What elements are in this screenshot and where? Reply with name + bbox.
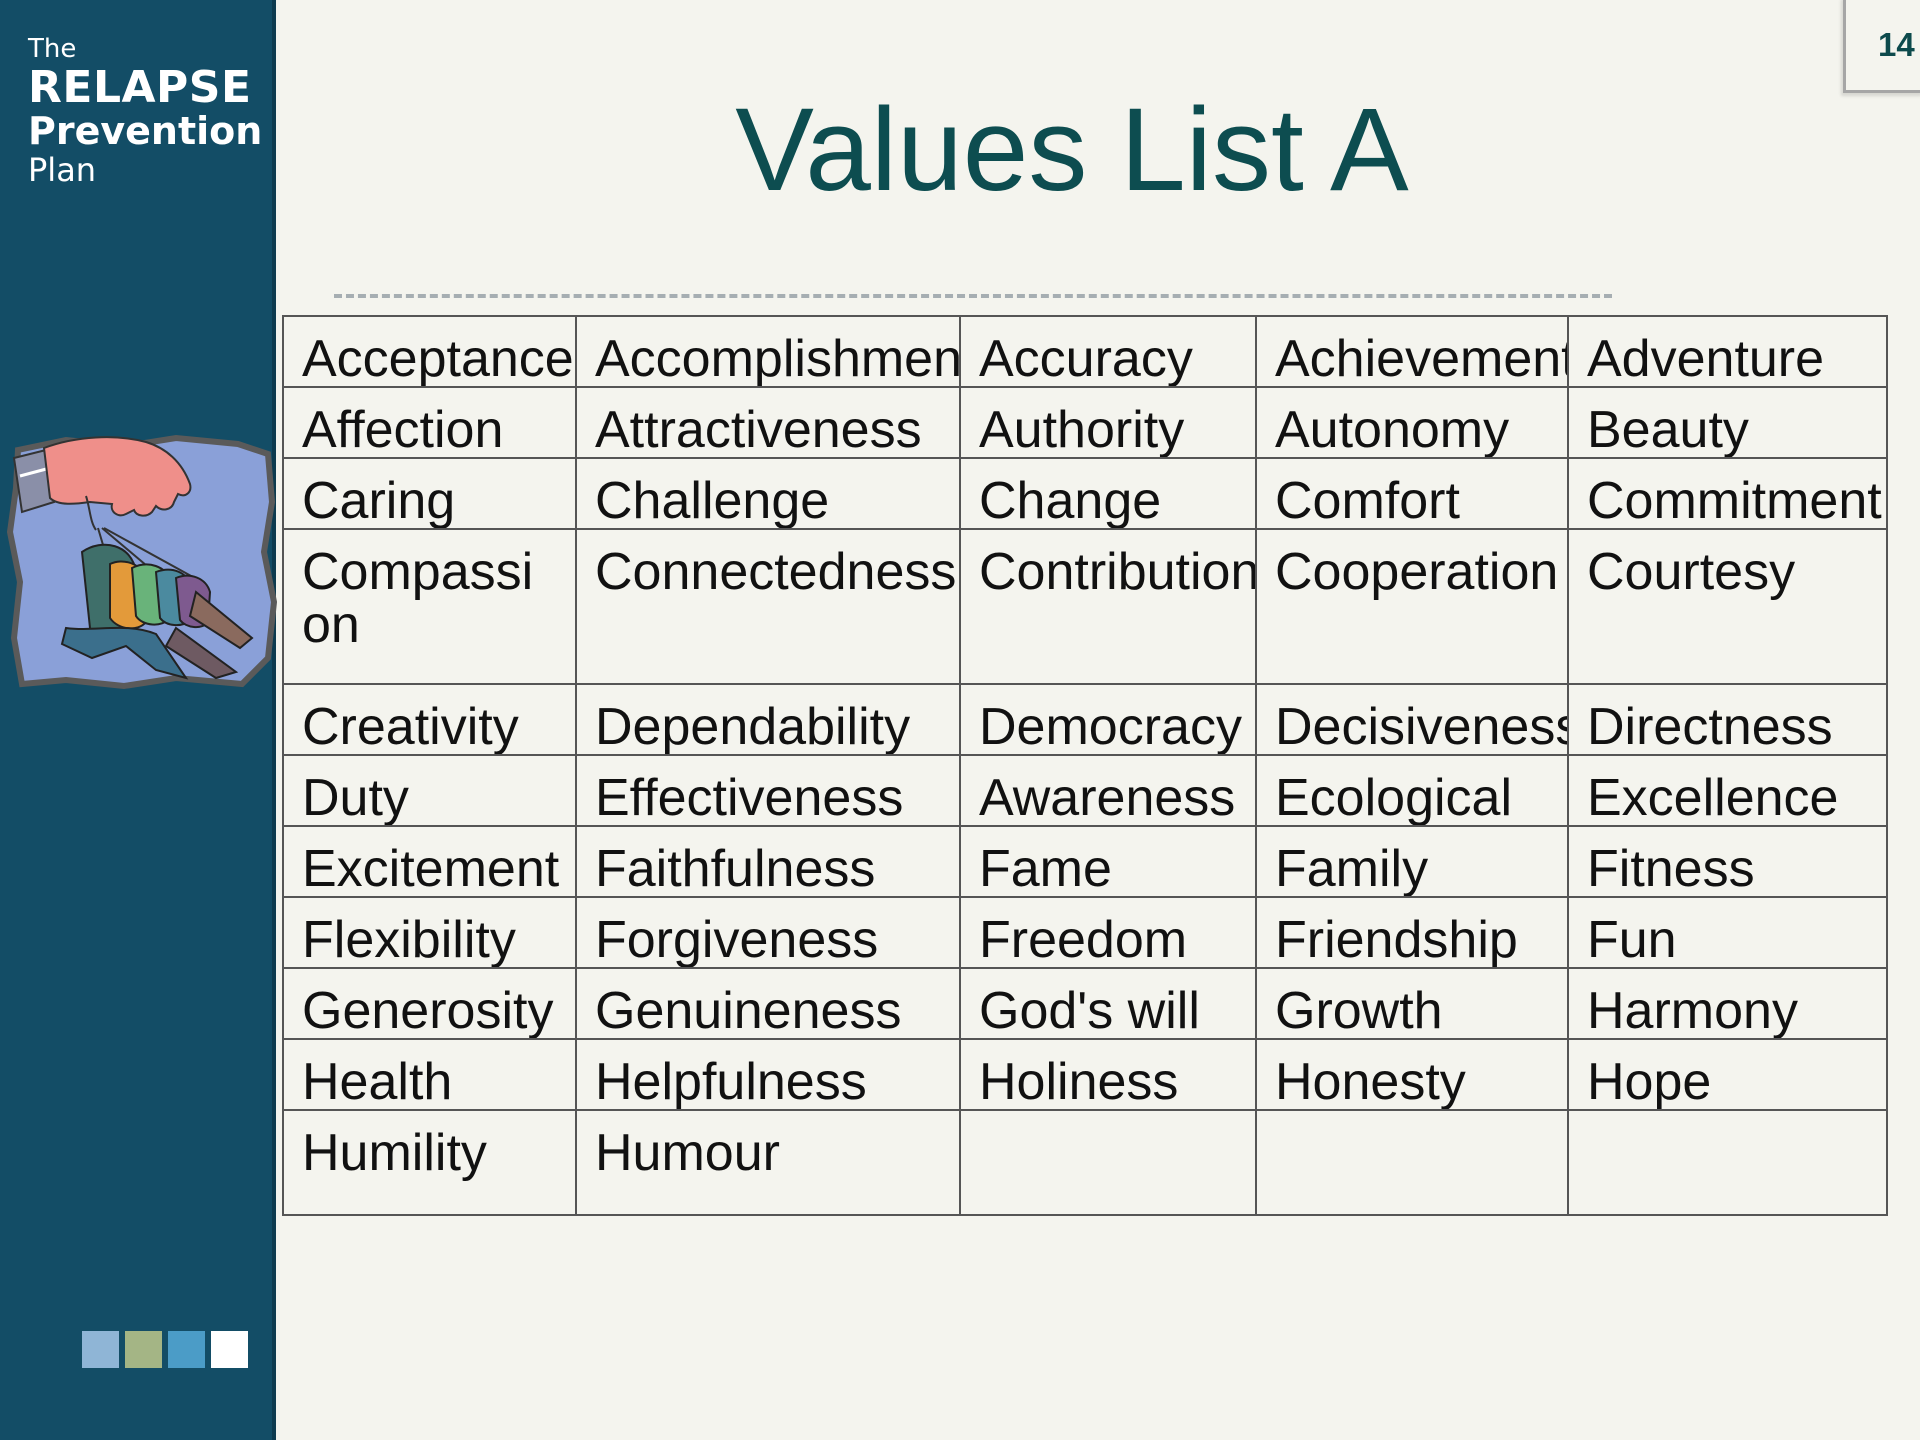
- table-cell: [1255, 1109, 1569, 1217]
- table-row: Generosity Genuineness God's will Growth…: [282, 967, 1888, 1041]
- table-cell: Attractiveness: [575, 386, 961, 460]
- table-cell: Fame: [959, 825, 1257, 899]
- table-cell: Fun: [1567, 896, 1888, 970]
- logo-line-prevention: Prevention: [28, 109, 263, 153]
- table-cell: Duty: [282, 754, 577, 828]
- table-cell: [959, 1109, 1257, 1217]
- table-cell: Autonomy: [1255, 386, 1569, 460]
- table-cell: Growth: [1255, 967, 1569, 1041]
- table-row: Excitement Faithfulness Fame Family Fitn…: [282, 825, 1888, 899]
- table-cell: Contribution: [959, 528, 1257, 686]
- table-cell: Awareness: [959, 754, 1257, 828]
- table-row: Affection Attractiveness Authority Auton…: [282, 386, 1888, 460]
- table-row: Compassion Connectedness Contribution Co…: [282, 528, 1888, 686]
- table-row: Flexibility Forgiveness Freedom Friendsh…: [282, 896, 1888, 970]
- table-cell: Generosity: [282, 967, 577, 1041]
- table-cell: Effectiveness: [575, 754, 961, 828]
- table-cell: Humour: [575, 1109, 961, 1217]
- table-cell: Excellence: [1567, 754, 1888, 828]
- table-row: Health Helpfulness Holiness Honesty Hope: [282, 1038, 1888, 1112]
- table-cell: Genuineness: [575, 967, 961, 1041]
- table-cell: Health: [282, 1038, 577, 1112]
- table-cell: Connectedness: [575, 528, 961, 686]
- table-cell: Excitement: [282, 825, 577, 899]
- table-cell: Comfort: [1255, 457, 1569, 531]
- table-cell: Commitment: [1567, 457, 1888, 531]
- square-light-blue: [82, 1331, 119, 1368]
- table-cell: Forgiveness: [575, 896, 961, 970]
- table-cell: Harmony: [1567, 967, 1888, 1041]
- table-cell: Dependability: [575, 683, 961, 757]
- logo-line-the: The: [28, 34, 77, 64]
- table-row: Caring Challenge Change Comfort Commitme…: [282, 457, 1888, 531]
- table-cell: Ecological: [1255, 754, 1569, 828]
- table-cell: Family: [1255, 825, 1569, 899]
- table-cell: Creativity: [282, 683, 577, 757]
- table-cell: Beauty: [1567, 386, 1888, 460]
- table-cell: Authority: [959, 386, 1257, 460]
- dashed-divider: [334, 294, 1612, 298]
- table-cell: Flexibility: [282, 896, 577, 970]
- table-cell: Change: [959, 457, 1257, 531]
- square-white: [211, 1331, 248, 1368]
- hand-puppeteer-clipart: [6, 432, 278, 692]
- table-cell: Helpfulness: [575, 1038, 961, 1112]
- decorative-squares: [82, 1331, 248, 1368]
- table-row: Acceptance Accomplishment Accuracy Achie…: [282, 314, 1888, 389]
- values-table: Acceptance Accomplishment Accuracy Achie…: [282, 314, 1888, 1217]
- sidebar: The RELAPSE Prevention Plan: [0, 0, 278, 1440]
- table-cell: Fitness: [1567, 825, 1888, 899]
- square-blue: [168, 1331, 205, 1368]
- table-cell: Decisiveness: [1255, 683, 1569, 757]
- table-cell: Compassion: [282, 528, 577, 686]
- table-row: Duty Effectiveness Awareness Ecological …: [282, 754, 1888, 828]
- table-cell: Humility: [282, 1109, 577, 1217]
- table-cell: Cooperation: [1255, 528, 1569, 686]
- square-olive: [125, 1331, 162, 1368]
- table-row: Creativity Dependability Democracy Decis…: [282, 683, 1888, 757]
- table-cell: [1567, 1109, 1888, 1217]
- table-cell: Achievement: [1255, 314, 1569, 389]
- table-cell: Adventure: [1567, 314, 1888, 389]
- table-cell: God's will: [959, 967, 1257, 1041]
- table-cell: Honesty: [1255, 1038, 1569, 1112]
- table-cell: Acceptance: [282, 314, 577, 389]
- relapse-prevention-plan-logo: The RELAPSE Prevention Plan: [28, 36, 262, 186]
- table-cell: Friendship: [1255, 896, 1569, 970]
- table-cell: Holiness: [959, 1038, 1257, 1112]
- logo-line-plan: Plan: [28, 151, 97, 189]
- table-cell: Democracy: [959, 683, 1257, 757]
- table-cell: Caring: [282, 457, 577, 531]
- table-row: Humility Humour: [282, 1109, 1888, 1217]
- slide-title: Values List A: [735, 84, 1409, 216]
- table-cell: Freedom: [959, 896, 1257, 970]
- table-cell: Courtesy: [1567, 528, 1888, 686]
- table-cell: Accuracy: [959, 314, 1257, 389]
- table-cell: Directness: [1567, 683, 1888, 757]
- table-cell: Challenge: [575, 457, 961, 531]
- table-cell: Affection: [282, 386, 577, 460]
- table-cell: Hope: [1567, 1038, 1888, 1112]
- table-cell: Accomplishment: [575, 314, 961, 389]
- logo-line-relapse: RELAPSE: [28, 62, 252, 113]
- table-cell: Faithfulness: [575, 825, 961, 899]
- page-number: 14: [1878, 26, 1915, 63]
